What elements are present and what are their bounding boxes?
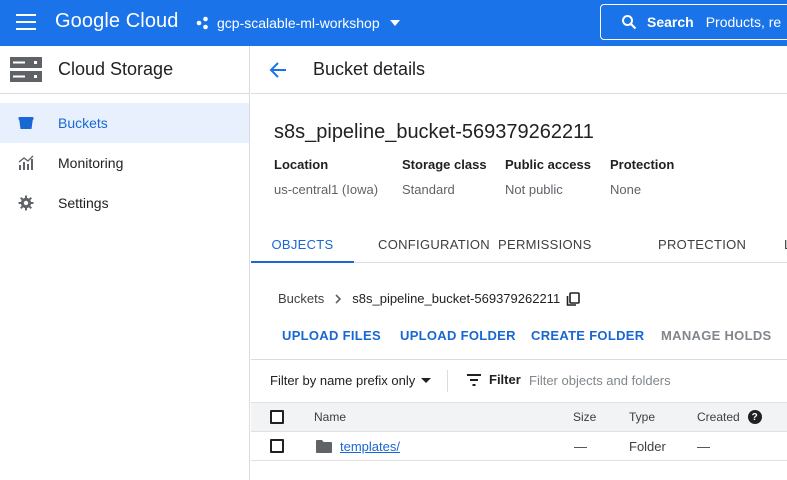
tab-permissions[interactable]: PERMISSIONS — [498, 227, 592, 263]
filter-button[interactable]: Filter — [467, 372, 521, 387]
header-checkbox-cell — [270, 403, 284, 431]
table-header: Name Size Type Created ? — [251, 402, 787, 432]
filter-icon — [467, 373, 481, 386]
filter-bar: Filter by name prefix only Filter Filter… — [251, 360, 787, 402]
column-header-size[interactable]: Size — [573, 403, 596, 431]
monitoring-chart-icon — [18, 155, 34, 170]
meta-value: Not public — [505, 182, 563, 197]
meta-value: us-central1 (Iowa) — [274, 182, 379, 197]
meta-key: Public access — [505, 157, 591, 172]
breadcrumb: Buckets s8s_pipeline_bucket-569379262211 — [278, 291, 580, 306]
caret-down-icon — [389, 20, 400, 26]
tab-configuration[interactable]: CONFIGURATION — [378, 227, 490, 263]
cloud-storage-icon — [10, 56, 42, 82]
meta-protection: Protection None — [610, 157, 674, 197]
column-header-name[interactable]: Name — [314, 403, 346, 431]
row-checkbox-cell — [270, 432, 284, 460]
bucket-icon — [18, 117, 34, 129]
select-all-checkbox[interactable] — [270, 410, 284, 424]
meta-location: Location us-central1 (Iowa) — [274, 157, 378, 197]
meta-public-access: Public access Not public — [505, 157, 591, 197]
tab-bar: OBJECTS CONFIGURATION PERMISSIONS PROTEC… — [251, 227, 787, 263]
gear-icon — [18, 195, 34, 211]
copy-icon[interactable] — [566, 291, 580, 306]
row-checkbox[interactable] — [270, 439, 284, 453]
created-cell: — — [697, 438, 710, 454]
product-header: Cloud Storage — [0, 46, 249, 94]
main-content: Bucket details s8s_pipeline_bucket-56937… — [251, 46, 787, 480]
name-cell: templates/ — [316, 432, 400, 460]
nav-item-buckets[interactable]: Buckets — [0, 103, 249, 143]
nav-item-label: Monitoring — [58, 155, 124, 171]
column-header-created-label[interactable]: Created — [697, 410, 740, 424]
project-name: gcp-scalable-ml-workshop — [217, 15, 380, 31]
size-cell: — — [574, 438, 587, 454]
page-title: Bucket details — [313, 59, 426, 79]
upload-files-button[interactable]: UPLOAD FILES — [282, 328, 381, 343]
breadcrumb-current: s8s_pipeline_bucket-569379262211 — [352, 291, 561, 306]
meta-key: Storage class — [402, 157, 487, 172]
manage-holds-button[interactable]: MANAGE HOLDS — [661, 328, 772, 343]
column-header-type[interactable]: Type — [629, 403, 655, 431]
caret-down-icon — [421, 378, 432, 383]
search-box[interactable]: Search Products, re — [600, 4, 787, 40]
nav-item-label: Buckets — [58, 115, 108, 131]
project-dots-icon — [196, 16, 208, 30]
bucket-name: s8s_pipeline_bucket-569379262211 — [274, 121, 594, 143]
chevron-right-icon — [335, 293, 342, 304]
table-row: templates/ — Folder — — [251, 432, 787, 461]
filter-button-label: Filter — [489, 372, 521, 387]
search-icon — [622, 15, 637, 30]
tab-objects[interactable]: OBJECTS — [251, 227, 354, 263]
nav-item-label: Settings — [58, 195, 109, 211]
google-cloud-logo[interactable]: Google Cloud — [55, 10, 179, 33]
meta-storage-class: Storage class Standard — [402, 157, 487, 197]
filter-prefix-dropdown[interactable]: Filter by name prefix only — [270, 373, 432, 388]
folder-link[interactable]: templates/ — [340, 439, 400, 454]
nav-item-monitoring[interactable]: Monitoring — [0, 143, 249, 183]
left-navigation: Cloud Storage Buckets Monitoring Setting… — [0, 46, 250, 480]
filter-input[interactable]: Filter objects and folders — [529, 373, 671, 388]
top-app-bar: Google Cloud gcp-scalable-ml-workshop Se… — [0, 0, 787, 46]
tab-protection[interactable]: PROTECTION — [658, 227, 746, 263]
meta-value: Standard — [402, 182, 455, 197]
type-cell: Folder — [629, 438, 666, 454]
back-arrow-icon[interactable] — [269, 61, 287, 79]
divider — [447, 370, 448, 392]
help-icon[interactable]: ? — [747, 410, 762, 424]
page-header: Bucket details — [251, 46, 787, 94]
column-header-created: Created ? — [697, 403, 762, 431]
product-title: Cloud Storage — [58, 59, 174, 79]
search-label: Search — [647, 14, 694, 30]
meta-key: Protection — [610, 157, 675, 172]
meta-value: None — [610, 182, 642, 197]
breadcrumb-buckets-link[interactable]: Buckets — [278, 291, 324, 306]
folder-icon — [316, 439, 332, 453]
upload-folder-button[interactable]: UPLOAD FOLDER — [400, 328, 516, 343]
project-selector[interactable]: gcp-scalable-ml-workshop — [195, 12, 400, 34]
create-folder-button[interactable]: CREATE FOLDER — [531, 328, 644, 343]
meta-key: Location — [274, 157, 329, 172]
nav-item-settings[interactable]: Settings — [0, 183, 249, 223]
search-hint: Products, re — [705, 14, 782, 30]
hamburger-menu-icon[interactable] — [16, 14, 36, 32]
filter-prefix-label: Filter by name prefix only — [270, 373, 416, 388]
